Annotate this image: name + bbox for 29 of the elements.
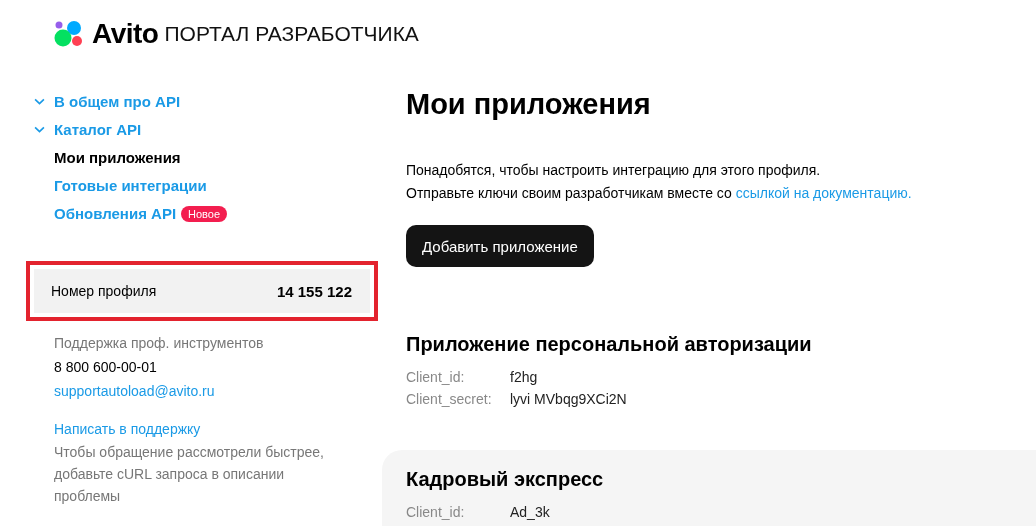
support-email[interactable]: supportautoload@avito.ru [54, 379, 215, 403]
support-phone: 8 800 600-00-01 [54, 358, 157, 377]
field-label: Client_id: [406, 503, 466, 522]
support-link[interactable]: Написать в поддержку [54, 417, 201, 441]
nav-item[interactable]: Мои приложения [54, 149, 181, 166]
field-value: Ad_3k [510, 503, 550, 522]
field-value: f2hg [510, 368, 538, 387]
nav-item[interactable]: Каталог API [54, 121, 142, 138]
add-app-button[interactable]: Добавить приложение [406, 225, 594, 267]
chevron-down-icon [34, 126, 45, 133]
field-label: Client_id: [406, 368, 466, 387]
profile-number: 14 155 122 [276, 282, 352, 300]
field-label: Client_secret: [406, 390, 493, 409]
portal-title: ПОРТАЛ РАЗРАБОТЧИКА [164, 22, 419, 46]
intro-text: Понадобятся, чтобы настроить интеграцию для этого профиля. Отправьте ключи своим разработчикам вместе со ссылкой на документацию. [406, 161, 913, 203]
nav-item[interactable]: Обновления API [54, 205, 177, 222]
support-hint: Чтобы обращение рассмотрели быстрее, добавьте cURL запроса в описании проблемы [54, 443, 325, 506]
app-title: Кадровый экспресс [406, 468, 605, 491]
app-title: Приложение персональной авторизации [406, 333, 813, 356]
brand-name[interactable]: Avito [92, 18, 159, 50]
support-title: Поддержка проф. инструментов [54, 334, 264, 353]
chevron-down-icon [34, 98, 45, 105]
documentation-link[interactable]: ссылкой на документацию. [735, 185, 912, 201]
profile-label: Номер профиля [51, 283, 157, 299]
field-value: lyvi MVbqg9XCi2N [510, 390, 627, 409]
nav-item[interactable]: Готовые интеграции [54, 177, 207, 194]
page-title: Мои приложения [406, 88, 652, 121]
new-badge: Новое [181, 205, 228, 222]
nav-item[interactable]: В общем про API [54, 93, 181, 110]
